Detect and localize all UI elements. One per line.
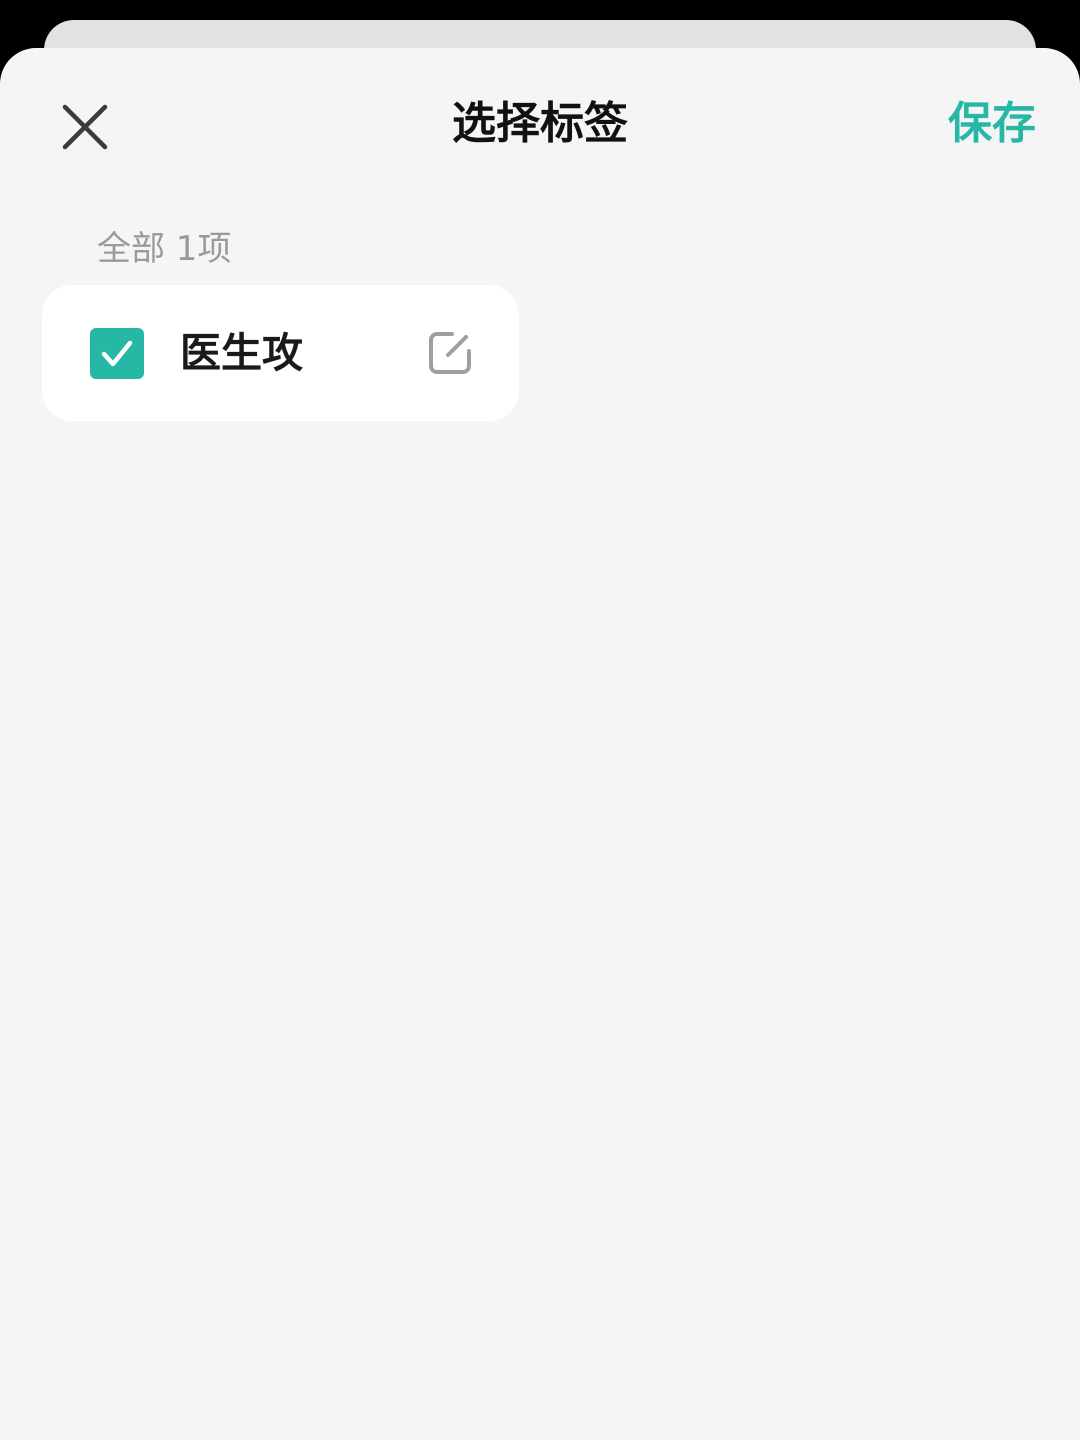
edit-tag-button[interactable] xyxy=(426,329,474,377)
tag-item[interactable]: 医生攻 xyxy=(42,285,519,421)
sheet-header: 选择标签 保存 xyxy=(0,48,1080,204)
checkmark-icon xyxy=(101,340,133,367)
edit-icon xyxy=(429,332,471,374)
tag-label: 医生攻 xyxy=(180,329,303,377)
close-button[interactable] xyxy=(56,98,114,156)
section-count-label: 全部 1项 xyxy=(97,229,232,269)
close-icon xyxy=(62,104,108,150)
tag-selection-sheet: 选择标签 保存 全部 1项 医生攻 xyxy=(0,48,1080,1440)
save-button[interactable]: 保存 xyxy=(948,94,1036,154)
tag-checkbox[interactable] xyxy=(90,328,144,379)
page-title: 选择标签 xyxy=(452,98,628,149)
